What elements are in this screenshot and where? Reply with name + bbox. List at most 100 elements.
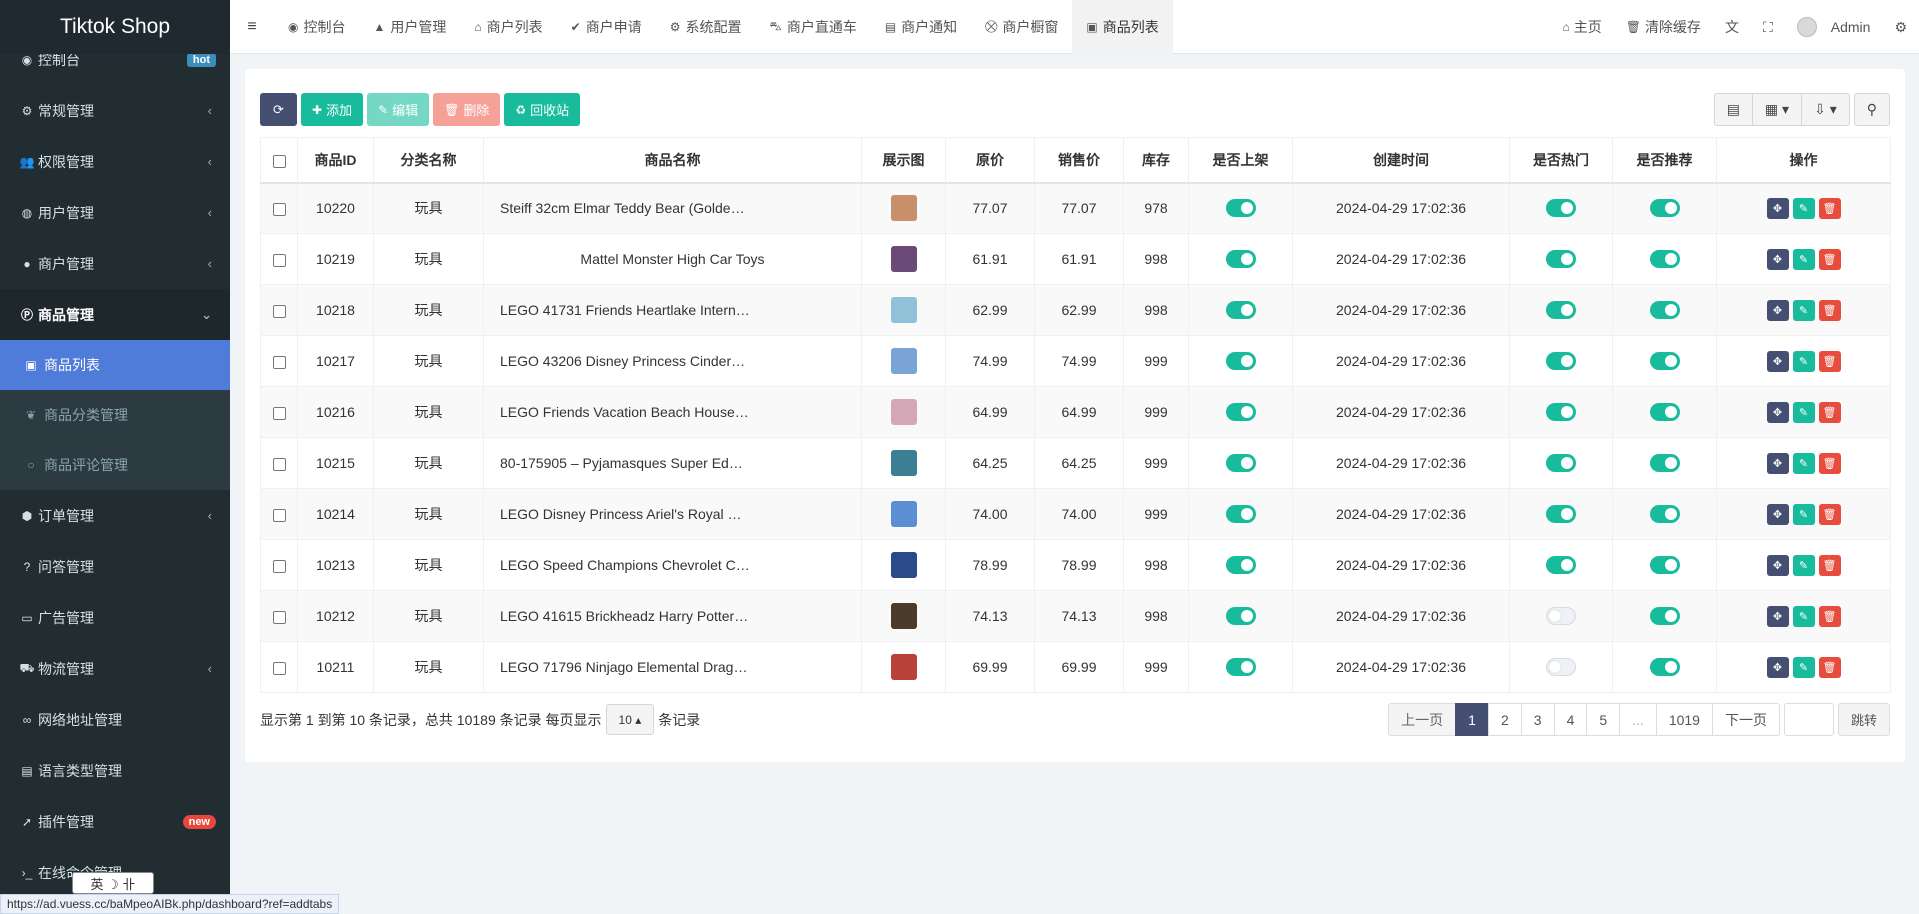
column-header[interactable]: 销售价 bbox=[1034, 137, 1124, 184]
row-edit-icon[interactable]: ✎ bbox=[1792, 299, 1815, 321]
row-delete-icon[interactable]: 🗑 bbox=[1818, 299, 1841, 321]
on-sale-switch[interactable] bbox=[1225, 454, 1256, 473]
product-thumbnail[interactable] bbox=[890, 450, 917, 476]
menu-toggle-icon[interactable]: ≡ bbox=[230, 18, 274, 36]
recommend-switch[interactable] bbox=[1649, 352, 1680, 371]
page-button[interactable]: 1019 bbox=[1655, 703, 1713, 736]
page-button[interactable]: 1 bbox=[1455, 703, 1489, 736]
row-checkbox[interactable] bbox=[272, 559, 286, 573]
column-header[interactable]: 操作 bbox=[1716, 137, 1891, 184]
row-delete-icon[interactable]: 🗑 bbox=[1818, 350, 1841, 372]
home-link[interactable]: ⌂ 主页 bbox=[1550, 17, 1613, 37]
sidebar-item-product-hunt[interactable]: Ⓟ 商品管理 ⌄ bbox=[0, 289, 230, 340]
row-delete-icon[interactable]: 🗑 bbox=[1818, 656, 1841, 678]
row-delete-icon[interactable]: 🗑 bbox=[1818, 401, 1841, 423]
recommend-switch[interactable] bbox=[1649, 556, 1680, 575]
sidebar-item-user-circle[interactable]: ◍ 用户管理 ‹ bbox=[0, 187, 230, 238]
row-edit-icon[interactable]: ✎ bbox=[1792, 401, 1815, 423]
row-checkbox[interactable] bbox=[272, 304, 286, 318]
tab-dashboard[interactable]: ◉ 控制台 bbox=[274, 0, 359, 54]
row-delete-icon[interactable]: 🗑 bbox=[1818, 605, 1841, 627]
page-button[interactable]: 4 bbox=[1553, 703, 1588, 736]
submenu-item-circle[interactable]: ○ 商品评论管理 bbox=[0, 440, 230, 490]
recommend-switch[interactable] bbox=[1649, 607, 1680, 626]
settings-icon[interactable]: ⚙ bbox=[1882, 19, 1919, 36]
drag-sort-icon[interactable]: ✥ bbox=[1766, 656, 1789, 678]
product-thumbnail[interactable] bbox=[890, 195, 917, 222]
tab-car[interactable]: ⛍ 商户直通车 bbox=[755, 0, 870, 54]
column-header[interactable]: 商品ID bbox=[297, 137, 374, 184]
hot-switch[interactable] bbox=[1546, 607, 1576, 626]
product-thumbnail[interactable] bbox=[890, 399, 917, 425]
row-checkbox[interactable] bbox=[272, 508, 286, 522]
column-header[interactable]: 展示图 bbox=[861, 137, 946, 184]
search-icon[interactable]: ⚲ bbox=[1855, 94, 1889, 125]
drag-sort-icon[interactable]: ✥ bbox=[1766, 401, 1789, 423]
row-delete-icon[interactable]: 🗑 bbox=[1818, 248, 1841, 270]
tab-cog[interactable]: ⚙ 系统配置 bbox=[656, 0, 756, 54]
recycle-bin-button[interactable]: ♻ 回收站 bbox=[504, 93, 581, 126]
drag-sort-icon[interactable]: ✥ bbox=[1766, 299, 1789, 321]
product-thumbnail[interactable] bbox=[890, 348, 917, 374]
delete-button[interactable]: 🗑 删除 bbox=[433, 93, 501, 126]
hot-switch[interactable] bbox=[1546, 352, 1576, 371]
tab-check-circle[interactable]: ✔ 商户申请 bbox=[557, 0, 656, 54]
product-thumbnail[interactable] bbox=[890, 246, 917, 272]
submenu-item-leaf[interactable]: ❦ 商品分类管理 bbox=[0, 390, 230, 440]
row-checkbox[interactable] bbox=[272, 457, 286, 471]
sidebar-item-cogs[interactable]: ⚙ 常规管理 ‹ bbox=[0, 85, 230, 136]
recommend-switch[interactable] bbox=[1649, 199, 1680, 218]
hot-switch[interactable] bbox=[1546, 658, 1576, 677]
sidebar-item-rocket[interactable]: ➚ 插件管理 new bbox=[0, 796, 230, 847]
tab-home[interactable]: ⌂ 商户列表 bbox=[460, 0, 556, 54]
drag-sort-icon[interactable]: ✥ bbox=[1766, 197, 1789, 219]
row-checkbox[interactable] bbox=[272, 203, 286, 217]
hot-switch[interactable] bbox=[1546, 403, 1576, 422]
row-edit-icon[interactable]: ✎ bbox=[1792, 554, 1815, 576]
row-delete-icon[interactable]: 🗑 bbox=[1818, 503, 1841, 525]
drag-sort-icon[interactable]: ✥ bbox=[1766, 554, 1789, 576]
tab-shopping-cart[interactable]: ⛒ 商户橱窗 bbox=[971, 0, 1072, 54]
page-button[interactable]: 5 bbox=[1586, 703, 1621, 736]
column-header[interactable]: 分类名称 bbox=[373, 137, 484, 184]
sidebar-item-truck[interactable]: ⛟ 物流管理 ‹ bbox=[0, 643, 230, 694]
next-page-button[interactable]: 下一页 bbox=[1711, 703, 1780, 736]
toggle-view-icon[interactable]: ▤ bbox=[1715, 94, 1753, 125]
on-sale-switch[interactable] bbox=[1225, 250, 1256, 269]
row-delete-icon[interactable]: 🗑 bbox=[1818, 554, 1841, 576]
select-all-cell[interactable] bbox=[260, 137, 298, 184]
recommend-switch[interactable] bbox=[1649, 250, 1680, 269]
row-edit-icon[interactable]: ✎ bbox=[1792, 350, 1815, 372]
product-thumbnail[interactable] bbox=[890, 603, 917, 629]
edit-button[interactable]: ✎ 编辑 bbox=[367, 93, 430, 126]
page-button[interactable]: 3 bbox=[1520, 703, 1555, 736]
recommend-switch[interactable] bbox=[1649, 658, 1680, 677]
row-edit-icon[interactable]: ✎ bbox=[1792, 605, 1815, 627]
column-header[interactable]: 是否上架 bbox=[1188, 137, 1293, 184]
row-delete-icon[interactable]: 🗑 bbox=[1818, 452, 1841, 474]
hot-switch[interactable] bbox=[1546, 505, 1576, 524]
sidebar-item-group[interactable]: 👥 权限管理 ‹ bbox=[0, 136, 230, 187]
tab-list-alt[interactable]: ▤ 商户通知 bbox=[871, 0, 971, 54]
row-edit-icon[interactable]: ✎ bbox=[1792, 452, 1815, 474]
row-edit-icon[interactable]: ✎ bbox=[1792, 503, 1815, 525]
sidebar-item-language[interactable]: ▤ 语言类型管理 bbox=[0, 745, 230, 796]
product-thumbnail[interactable] bbox=[890, 552, 917, 578]
recommend-switch[interactable] bbox=[1649, 301, 1680, 320]
on-sale-switch[interactable] bbox=[1225, 199, 1256, 218]
add-button[interactable]: ✚ 添加 bbox=[301, 93, 364, 126]
column-header[interactable]: 是否热门 bbox=[1509, 137, 1613, 184]
row-delete-icon[interactable]: 🗑 bbox=[1818, 197, 1841, 219]
hot-switch[interactable] bbox=[1546, 301, 1576, 320]
drag-sort-icon[interactable]: ✥ bbox=[1766, 248, 1789, 270]
recommend-switch[interactable] bbox=[1649, 505, 1680, 524]
clear-cache-button[interactable]: 🗑 清除缓存 bbox=[1614, 17, 1713, 37]
page-size-select[interactable]: 10 ▴ bbox=[605, 704, 655, 735]
tab-user[interactable]: ▲ 用户管理 bbox=[359, 0, 460, 54]
brand-logo[interactable]: Tiktok Shop bbox=[0, 0, 230, 54]
on-sale-switch[interactable] bbox=[1225, 556, 1256, 575]
on-sale-switch[interactable] bbox=[1225, 352, 1256, 371]
on-sale-switch[interactable] bbox=[1225, 301, 1256, 320]
ime-indicator[interactable]: 英 ☽ 卝 bbox=[72, 872, 154, 894]
on-sale-switch[interactable] bbox=[1225, 403, 1256, 422]
